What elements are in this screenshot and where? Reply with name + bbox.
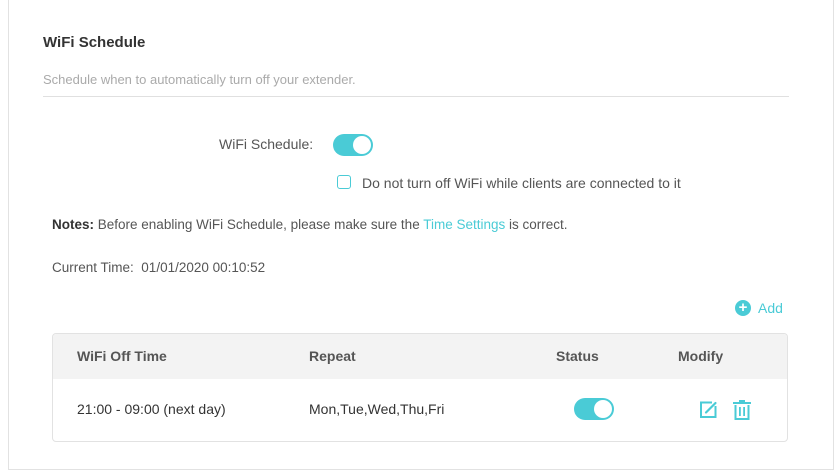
table-header: WiFi Off Time Repeat Status Modify [53, 334, 787, 379]
current-time-label: Current Time: [52, 260, 134, 275]
plus-circle-icon: + [735, 300, 751, 316]
keep-wifi-on-checkbox[interactable] [337, 175, 351, 189]
wifi-schedule-label: WiFi Schedule: [219, 136, 314, 152]
edit-icon[interactable] [698, 400, 718, 425]
notes-body: Before enabling WiFi Schedule, please ma… [94, 217, 424, 232]
row-status-toggle[interactable] [574, 398, 614, 420]
notes-text: Notes: Before enabling WiFi Schedule, pl… [52, 217, 568, 232]
add-button-label: Add [758, 300, 783, 316]
current-time: Current Time: 01/01/2020 00:10:52 [52, 260, 265, 275]
toggle-knob [594, 400, 612, 418]
notes-prefix: Notes: [52, 217, 95, 232]
column-header-status: Status [556, 348, 599, 364]
section-subtitle: Schedule when to automatically turn off … [43, 72, 356, 87]
trash-icon[interactable] [732, 399, 752, 426]
row-off-time: 21:00 - 09:00 (next day) [77, 401, 226, 417]
row-repeat: Mon,Tue,Wed,Thu,Fri [309, 401, 445, 417]
column-header-modify: Modify [678, 348, 724, 364]
section-title: WiFi Schedule [43, 34, 146, 51]
column-header-repeat: Repeat [309, 348, 356, 364]
add-button[interactable]: + Add [735, 299, 783, 317]
keep-wifi-on-label: Do not turn off WiFi while clients are c… [362, 175, 681, 191]
notes-suffix: is correct. [505, 217, 568, 232]
wifi-schedule-toggle[interactable] [333, 134, 373, 156]
schedule-table: WiFi Off Time Repeat Status Modify 21:00… [52, 333, 788, 442]
column-header-off-time: WiFi Off Time [77, 348, 167, 364]
time-settings-link[interactable]: Time Settings [423, 217, 505, 232]
toggle-knob [353, 136, 371, 154]
section-divider [43, 96, 789, 97]
current-time-value: 01/01/2020 00:10:52 [141, 260, 266, 275]
